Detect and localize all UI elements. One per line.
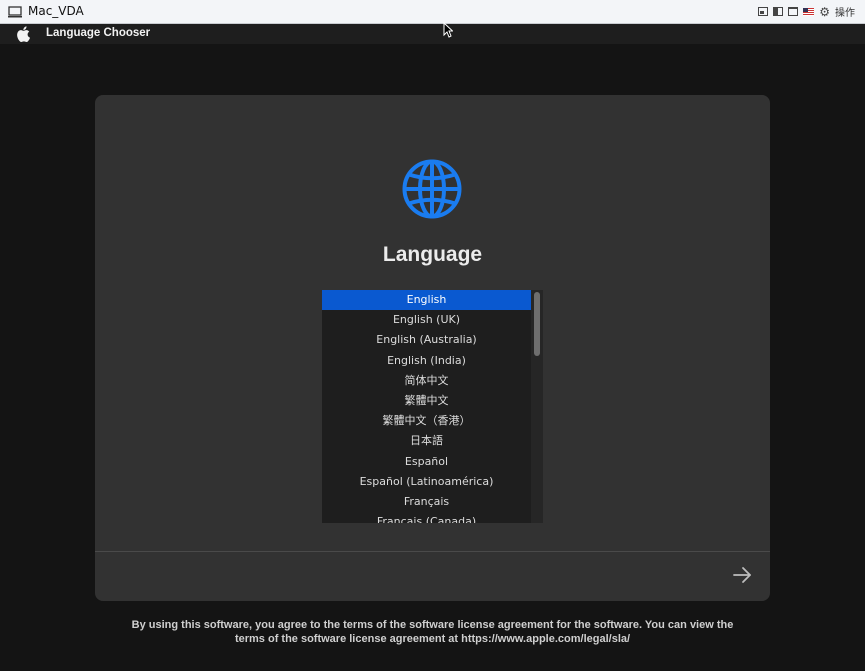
gear-icon[interactable]: ⚙	[819, 6, 830, 18]
language-item-selected[interactable]: English	[322, 290, 531, 311]
us-flag-icon[interactable]	[803, 7, 815, 16]
language-item[interactable]: 繁體中文	[322, 391, 531, 411]
vm-window-title: Mac_VDA	[28, 4, 84, 18]
language-item[interactable]: Español	[322, 452, 531, 472]
language-list-scrollbar[interactable]	[531, 290, 543, 523]
vm-title-bar: Mac_VDA ⚙ 操作	[0, 0, 865, 24]
window-mode-1-icon[interactable]	[758, 7, 769, 16]
license-text: By using this software, you agree to the…	[100, 618, 765, 646]
dialog-title: Language	[382, 243, 483, 266]
operations-menu[interactable]: 操作	[835, 4, 855, 19]
window-mode-2-icon[interactable]	[773, 7, 784, 16]
language-item[interactable]: 日本語	[322, 431, 531, 451]
language-item[interactable]: Français (Canada)	[322, 512, 531, 523]
globe-icon	[402, 159, 462, 219]
dialog-divider	[95, 551, 770, 552]
apple-logo-icon[interactable]	[16, 26, 30, 42]
language-item[interactable]: 简体中文	[322, 371, 531, 391]
mouse-cursor-icon	[443, 22, 453, 38]
language-item[interactable]: English (Australia)	[322, 330, 531, 350]
menu-bar: Language Chooser	[0, 24, 865, 44]
vm-toolbar: ⚙ 操作	[758, 4, 855, 19]
language-list[interactable]: English English (UK) English (Australia)…	[322, 290, 531, 523]
license-line-1: By using this software, you agree to the…	[131, 619, 734, 631]
language-item[interactable]: Français	[322, 492, 531, 512]
monitor-icon	[8, 6, 22, 18]
language-item[interactable]: Español (Latinoamérica)	[322, 472, 531, 492]
language-item[interactable]: English (India)	[322, 351, 531, 371]
license-line-2[interactable]: terms of the software license agreement …	[100, 632, 765, 646]
arrow-right-icon[interactable]	[731, 564, 753, 586]
language-item[interactable]: English (UK)	[322, 310, 531, 330]
app-name-menu[interactable]: Language Chooser	[46, 27, 150, 39]
scrollbar-thumb[interactable]	[534, 292, 540, 356]
window-mode-3-icon[interactable]	[788, 7, 799, 16]
language-item[interactable]: 繁體中文（香港）	[322, 411, 531, 431]
language-dialog: Language English English (UK) English (A…	[95, 95, 770, 601]
